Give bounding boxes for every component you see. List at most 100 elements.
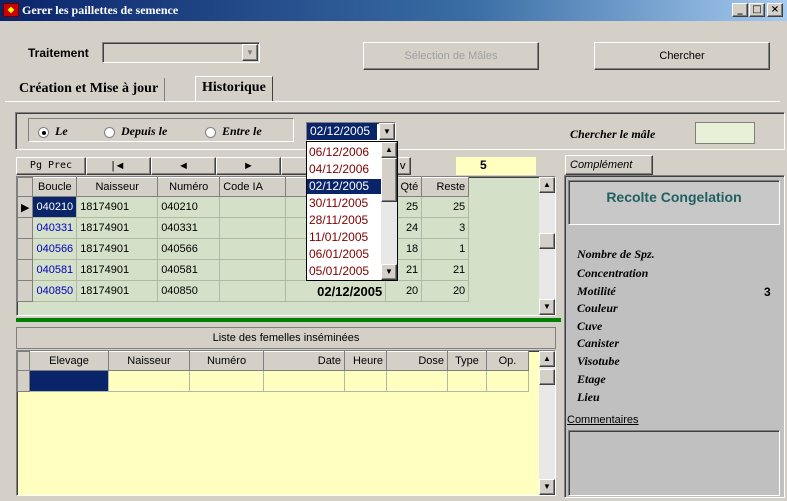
scroll-up-icon[interactable]: ▲ (539, 177, 555, 193)
scroll-thumb[interactable] (381, 158, 397, 202)
traitement-select[interactable]: ▼ (102, 42, 260, 63)
cell-code-ia[interactable] (219, 280, 287, 302)
cell-reste[interactable]: 25 (421, 196, 470, 218)
col-op[interactable]: Op. (486, 351, 529, 371)
grid-scrollbar[interactable]: ▲ ▼ (539, 351, 555, 495)
cell-numero[interactable] (189, 370, 264, 392)
col-naisseur[interactable]: Naisseur (76, 177, 159, 197)
maximize-button[interactable]: □ (749, 3, 765, 17)
cell-heure[interactable] (344, 370, 387, 392)
date-option-selected[interactable]: 02/12/2005 (307, 179, 381, 194)
scroll-down-icon[interactable]: ▼ (381, 264, 397, 280)
cell-boucle[interactable]: 040210 (32, 196, 78, 218)
cell-code-ia[interactable] (219, 238, 287, 260)
col-elevage[interactable]: Elevage (29, 351, 109, 371)
radio-unchecked-icon (104, 126, 115, 138)
cell-naisseur[interactable]: 18174901 (76, 238, 159, 260)
cell-qte[interactable]: 20 (385, 280, 423, 302)
col-code-ia[interactable]: Code IA (219, 177, 287, 197)
cell-naisseur[interactable]: 18174901 (76, 196, 159, 218)
tab-complement[interactable]: Complément (565, 155, 653, 175)
table-row[interactable]: ▶ 040210 18174901 040210 25 25 (16, 196, 470, 218)
chevron-down-icon[interactable]: ▼ (379, 123, 395, 140)
date-option[interactable]: 04/12/2006 (307, 162, 381, 177)
male-search-input[interactable] (695, 122, 755, 144)
col-type[interactable]: Type (447, 351, 487, 371)
col-date[interactable]: Date (263, 351, 345, 371)
commentaires-field[interactable] (568, 430, 780, 496)
cell-naisseur[interactable] (108, 370, 190, 392)
date-option[interactable]: 06/01/2005 (307, 247, 381, 262)
col-numero[interactable]: Numéro (157, 177, 221, 197)
scroll-thumb[interactable] (539, 233, 555, 249)
table-row[interactable] (17, 370, 529, 392)
col-heure[interactable]: Heure (344, 351, 387, 371)
table-row[interactable]: 040581 18174901 040581 21 21 (16, 259, 470, 281)
table-row[interactable]: 040566 18174901 040566 18 1 (16, 238, 470, 260)
date-option[interactable]: 05/01/2005 (307, 264, 381, 279)
cell-code-ia[interactable] (219, 259, 287, 281)
cell-boucle[interactable]: 040566 (32, 238, 78, 260)
col-numero[interactable]: Numéro (189, 351, 264, 371)
date-option[interactable]: 06/12/2006 (307, 145, 381, 160)
minimize-button[interactable]: _ (732, 3, 748, 17)
cell-numero[interactable]: 040850 (157, 280, 221, 302)
cell-reste[interactable]: 3 (421, 217, 470, 239)
radio-le[interactable]: Le (38, 124, 68, 139)
col-reste[interactable]: Reste (421, 177, 470, 197)
cell-date[interactable] (263, 370, 345, 392)
cell-code-ia[interactable] (219, 196, 287, 218)
date-dropdown-list: 06/12/2006 04/12/2006 02/12/2005 30/11/2… (306, 141, 398, 281)
table-row[interactable]: 040850 18174901 040850 02/12/2005 20 20 (16, 280, 470, 302)
radio-entre-le[interactable]: Entre le (205, 124, 262, 139)
cell-numero[interactable]: 040566 (157, 238, 221, 260)
grid-scrollbar[interactable]: ▲ ▼ (539, 177, 555, 315)
radio-depuis-le[interactable]: Depuis le (104, 124, 167, 139)
cell-naisseur[interactable]: 18174901 (76, 217, 159, 239)
cell-reste[interactable]: 20 (421, 280, 470, 302)
cell-code-ia[interactable] (219, 217, 287, 239)
close-button[interactable]: × (767, 3, 783, 17)
cell-type[interactable] (447, 370, 487, 392)
chercher-button[interactable]: Chercher (594, 42, 770, 70)
dropdown-scrollbar[interactable]: ▲ ▼ (381, 142, 397, 280)
cell-naisseur[interactable]: 18174901 (76, 280, 159, 302)
cell-boucle[interactable]: 040331 (32, 217, 78, 239)
motilite-value: 3 (764, 285, 771, 299)
cell-boucle[interactable]: 040581 (32, 259, 78, 281)
cell-naisseur[interactable]: 18174901 (76, 259, 159, 281)
date-option[interactable]: 30/11/2005 (307, 196, 381, 211)
first-record-button[interactable]: |◄ (86, 157, 151, 175)
date-select[interactable]: 02/12/2005 ▼ (306, 122, 396, 141)
selection-males-button[interactable]: Sélection de Mâles (363, 42, 539, 70)
cell-numero[interactable]: 040210 (157, 196, 221, 218)
cell-numero[interactable]: 040581 (157, 259, 221, 281)
scroll-up-icon[interactable]: ▲ (539, 351, 555, 367)
scroll-up-icon[interactable]: ▲ (381, 142, 397, 158)
cell-date[interactable]: 02/12/2005 (285, 280, 387, 302)
previous-record-button[interactable]: ◄ (151, 157, 216, 175)
col-boucle[interactable]: Boucle (32, 177, 78, 197)
cell-dose[interactable] (386, 370, 448, 392)
col-naisseur[interactable]: Naisseur (108, 351, 190, 371)
chevron-down-icon[interactable]: ▼ (242, 44, 258, 61)
cell-op[interactable] (486, 370, 529, 392)
cell-elevage[interactable] (29, 370, 109, 392)
date-option[interactable]: 11/01/2005 (307, 230, 381, 245)
cell-reste[interactable]: 1 (421, 238, 470, 260)
tab-historique[interactable]: Historique (195, 76, 273, 102)
cell-numero[interactable]: 040331 (157, 217, 221, 239)
scroll-thumb[interactable] (539, 369, 555, 385)
field-visotube: Visotube (577, 354, 620, 368)
previous-page-button[interactable]: Pg Prec (16, 157, 86, 175)
scroll-down-icon[interactable]: ▼ (539, 299, 555, 315)
tab-creation[interactable]: Création et Mise à jour (13, 78, 166, 102)
cell-boucle[interactable]: 040850 (32, 280, 78, 302)
cell-reste[interactable]: 21 (421, 259, 470, 281)
recolte-title: Recolte Congelation (568, 180, 780, 225)
next-record-button[interactable]: ► (216, 157, 281, 175)
table-row[interactable]: 040331 18174901 040331 24 3 (16, 217, 470, 239)
col-dose[interactable]: Dose (386, 351, 448, 371)
date-option[interactable]: 28/11/2005 (307, 213, 381, 228)
scroll-down-icon[interactable]: ▼ (539, 479, 555, 495)
